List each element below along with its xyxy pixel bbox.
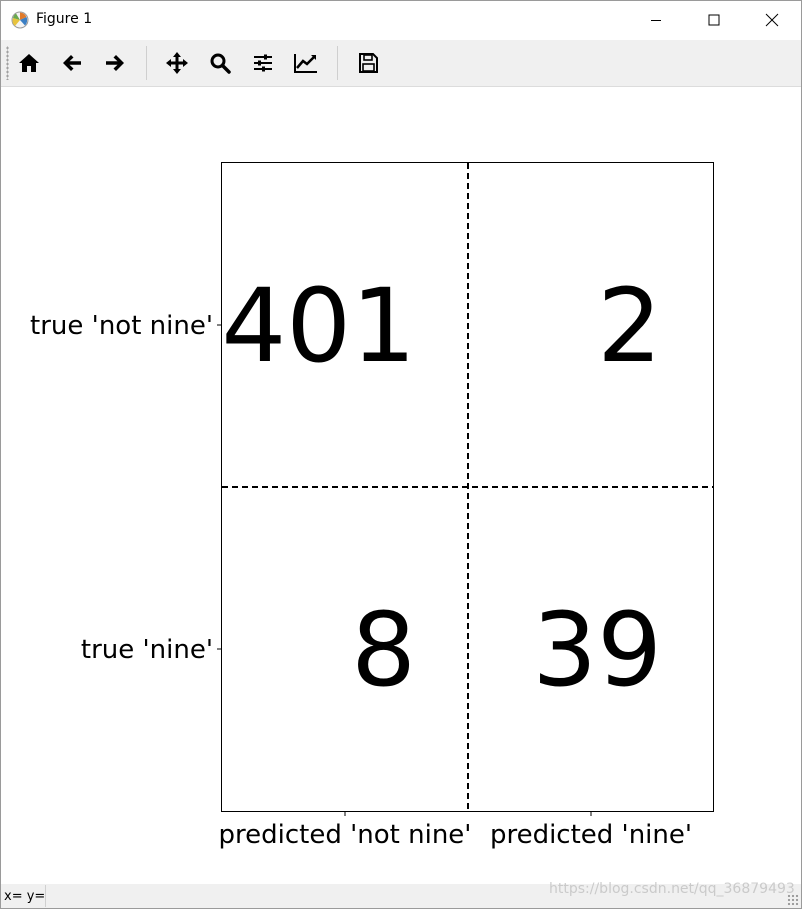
x-tick-label: predicted 'not nine' (219, 820, 472, 850)
cell-value: 39 (532, 591, 662, 710)
status-divider (45, 885, 46, 907)
home-icon (19, 54, 39, 72)
pan-icon (166, 52, 188, 74)
zoom-button[interactable] (203, 47, 237, 79)
figure-canvas[interactable]: predicted 'not nine' predicted 'nine' true… (1, 87, 801, 884)
back-button[interactable] (55, 47, 89, 79)
save-icon (359, 53, 378, 73)
configure-subplots-icon (254, 54, 272, 72)
title-bar: Figure 1 (1, 1, 801, 39)
pan-button[interactable] (160, 47, 194, 79)
cell-value: 401 (221, 267, 416, 386)
confusion-matrix-chart: predicted 'not nine' predicted 'nine' true… (30, 162, 714, 850)
configure-subplots-button[interactable] (246, 47, 280, 79)
cell-value: 2 (597, 267, 662, 386)
cell-value: 8 (351, 591, 416, 710)
y-tick-label: true 'nine' (81, 635, 213, 665)
figure-window: Figure 1 predicted 'not nine' predicted … (0, 0, 802, 909)
forward-button[interactable] (98, 47, 132, 79)
x-tick-label: predicted 'nine' (490, 820, 692, 850)
edit-axis-icon (294, 54, 317, 73)
minimize-button[interactable] (627, 1, 685, 39)
edit-axis-button[interactable] (289, 47, 323, 79)
maximize-icon (708, 14, 720, 26)
close-icon (765, 13, 779, 27)
close-button[interactable] (743, 1, 801, 39)
back-arrow-icon (63, 55, 81, 71)
toolbar-separator (146, 46, 147, 80)
toolbar-grip[interactable] (6, 46, 9, 80)
cursor-coordinates: x= y= (4, 889, 46, 904)
minimize-icon (651, 20, 661, 21)
window-title: Figure 1 (36, 11, 93, 27)
home-button[interactable] (12, 47, 46, 79)
matplotlib-logo-icon (11, 11, 29, 29)
y-tick-label: true 'not nine' (30, 311, 213, 341)
watermark-text: https://blog.csdn.net/qq_36879493 (549, 881, 795, 897)
save-button[interactable] (351, 47, 385, 79)
maximize-button[interactable] (685, 1, 743, 39)
toolbar-separator (337, 46, 338, 80)
navigation-toolbar (1, 40, 801, 87)
forward-arrow-icon (106, 55, 124, 71)
zoom-icon (210, 53, 231, 74)
